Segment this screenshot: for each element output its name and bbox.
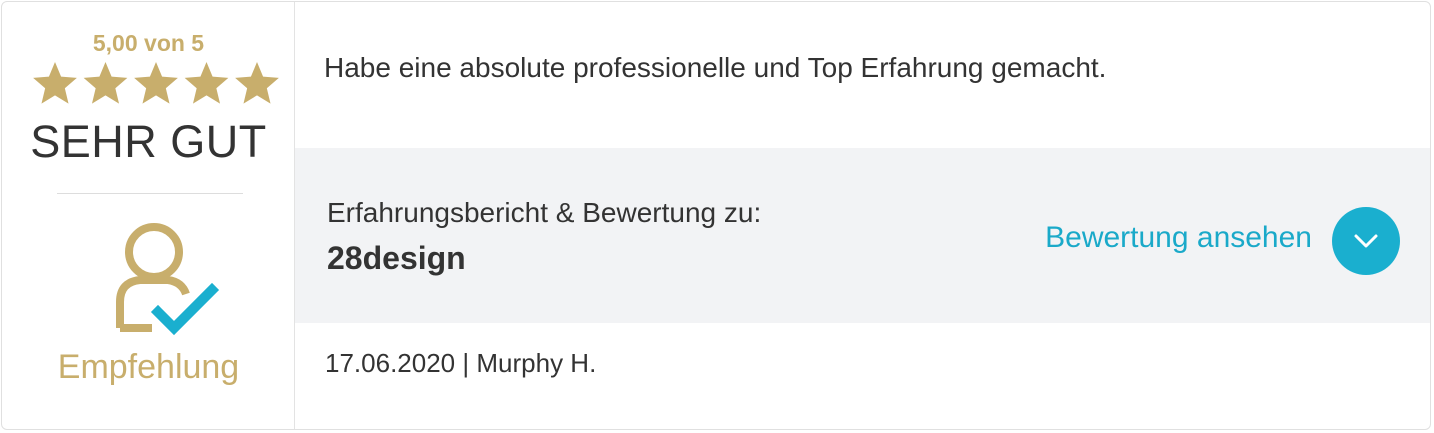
star-icon (33, 62, 77, 104)
star-icon (235, 62, 279, 104)
review-text: Habe eine absolute professionelle und To… (324, 52, 1107, 83)
review-author: Murphy H. (476, 348, 597, 378)
view-review-link[interactable]: Bewertung ansehen (1045, 221, 1312, 255)
review-subject-band: Erfahrungsbericht & Bewertung zu: 28desi… (295, 148, 1430, 323)
chevron-down-icon (1354, 234, 1378, 248)
star-rating (33, 62, 279, 104)
expand-review-button[interactable] (1332, 207, 1400, 275)
user-check-icon (116, 223, 220, 336)
rating-score: 5,00 von 5 (92, 30, 205, 56)
star-icon (83, 62, 128, 104)
star-icon (184, 62, 229, 104)
review-date: 17.06.2020 (325, 348, 456, 378)
recommendation-label: Empfehlung (57, 348, 240, 386)
subject-label: Erfahrungsbericht & Bewertung zu: (327, 197, 762, 228)
review-meta: 17.06.2020 | Murphy H. (325, 348, 596, 379)
company-name: 28design (327, 240, 466, 276)
rating-panel: 5,00 von 5 SEHR GUT Empfehlung (2, 2, 295, 429)
star-icon (134, 62, 178, 104)
rating-verdict: SEHR GUT (30, 116, 267, 167)
divider (57, 193, 243, 194)
review-card: 5,00 von 5 SEHR GUT Empfehlung Habe eine… (1, 1, 1431, 430)
meta-separator: | (462, 348, 470, 378)
